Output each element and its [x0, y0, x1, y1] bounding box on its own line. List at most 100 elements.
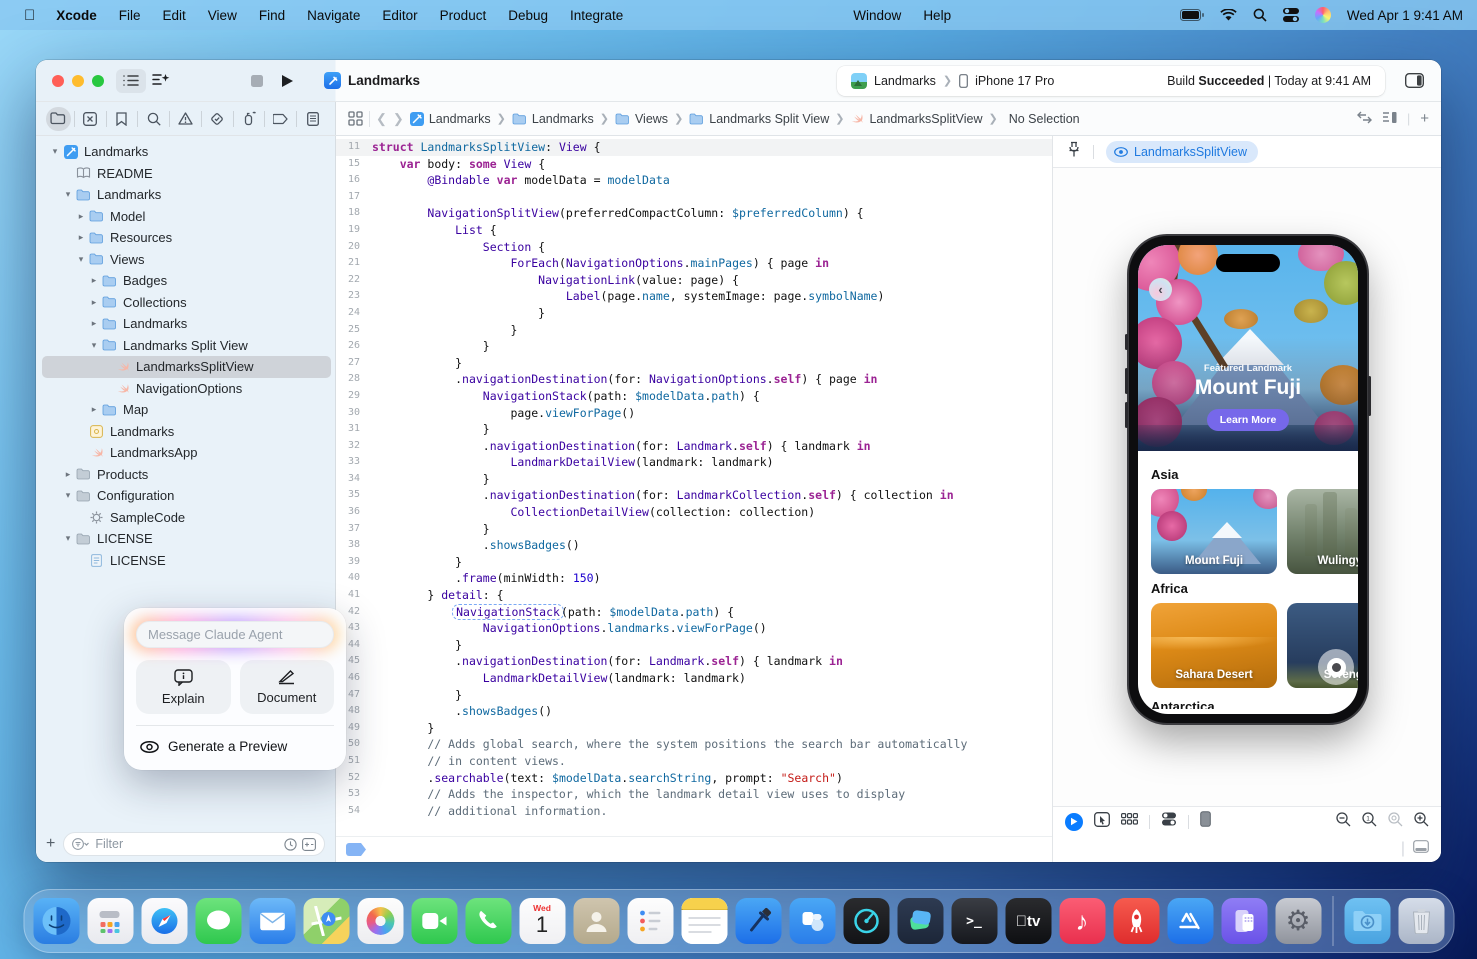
tree-item-navigationoptions[interactable]: NavigationOptions: [42, 378, 331, 400]
menu-integrate[interactable]: Integrate: [559, 8, 634, 23]
filter-field[interactable]: Filter: [63, 832, 325, 856]
run-button[interactable]: [272, 69, 302, 93]
menu-find[interactable]: Find: [248, 8, 296, 23]
code-line-54[interactable]: 54 // additional information.: [336, 803, 1052, 820]
build-status[interactable]: Build Succeeded | Today at 9:41 AM: [1167, 74, 1371, 88]
dock-xcode-icon[interactable]: [735, 898, 781, 944]
code-line-23[interactable]: 23 Label(page.name, systemImage: page.sy…: [336, 288, 1052, 305]
code-line-34[interactable]: 34 }: [336, 471, 1052, 488]
tree-item-readme[interactable]: README: [42, 163, 331, 185]
dock-notes-icon[interactable]: [681, 898, 727, 944]
debug-icon[interactable]: [237, 107, 262, 131]
preview-target-badge[interactable]: LandmarksSplitView: [1106, 141, 1258, 163]
dock-launchpad-icon[interactable]: [87, 898, 133, 944]
code-line-15[interactable]: 15 var body: some View {: [336, 156, 1052, 173]
code-line-38[interactable]: 38 .showsBadges(): [336, 537, 1052, 554]
dock-downloads-icon[interactable]: [1344, 898, 1390, 944]
dock-speedtest-icon[interactable]: [843, 898, 889, 944]
dock-calendar-icon[interactable]: Wed1: [519, 898, 565, 944]
disclosure-open-icon[interactable]: ▾: [87, 340, 101, 351]
tree-item-configuration[interactable]: ▾Configuration: [42, 485, 331, 507]
code-line-40[interactable]: 40 .frame(minWidth: 150): [336, 570, 1052, 587]
find-icon[interactable]: [141, 107, 166, 131]
code-line-46[interactable]: 46 LandmarkDetailView(landmark: landmark…: [336, 670, 1052, 687]
disclosure-closed-icon[interactable]: ▸: [87, 404, 101, 415]
tree-item-collections[interactable]: ▸Collections: [42, 292, 331, 314]
changes-icon[interactable]: [78, 107, 103, 131]
add-remove-icon[interactable]: [302, 838, 316, 851]
disclosure-closed-icon[interactable]: ▸: [87, 297, 101, 308]
menu-file[interactable]: File: [108, 8, 152, 23]
dock-reminders-icon[interactable]: [627, 898, 673, 944]
disclosure-open-icon[interactable]: ▾: [74, 254, 88, 265]
landmark-card-mount-fuji[interactable]: Mount Fuji: [1151, 489, 1277, 574]
device-settings-button[interactable]: [1161, 812, 1177, 831]
code-line-29[interactable]: 29 NavigationStack(path: $modelData.path…: [336, 388, 1052, 405]
code-line-17[interactable]: 17: [336, 189, 1052, 206]
live-preview-button[interactable]: [1065, 813, 1083, 831]
breadcrumb-landmarks-split-view[interactable]: Landmarks Split View: [689, 112, 829, 126]
code-line-48[interactable]: 48 .showsBadges(): [336, 703, 1052, 720]
select-mode-button[interactable]: [1094, 812, 1110, 832]
dock-contacts-icon[interactable]: [573, 898, 619, 944]
dock-settings-icon[interactable]: ⚙: [1275, 898, 1321, 944]
code-line-19[interactable]: 19 List {: [336, 222, 1052, 239]
breadcrumb-landmarkssplitview[interactable]: LandmarksSplitView: [850, 112, 982, 126]
dock-devices-icon[interactable]: [1221, 898, 1267, 944]
search-icon[interactable]: [1253, 8, 1267, 22]
disclosure-open-icon[interactable]: ▾: [48, 146, 62, 157]
disclosure-open-icon[interactable]: ▾: [61, 189, 75, 200]
tree-item-license[interactable]: LICENSE: [42, 550, 331, 572]
code-line-31[interactable]: 31 }: [336, 421, 1052, 438]
generate-preview-button[interactable]: Generate a Preview: [136, 737, 334, 758]
back-button[interactable]: ❮: [376, 111, 387, 127]
disclosure-closed-icon[interactable]: ▸: [74, 211, 88, 222]
code-line-21[interactable]: 21 ForEach(NavigationOptions.mainPages) …: [336, 255, 1052, 272]
menu-view[interactable]: View: [197, 8, 248, 23]
menu-editor[interactable]: Editor: [371, 8, 428, 23]
dock-rocket-icon[interactable]: [1113, 898, 1159, 944]
code-line-41[interactable]: 41 } detail: {: [336, 587, 1052, 604]
dock-shortcuts-icon[interactable]: [897, 898, 943, 944]
zoom-fit-button[interactable]: [1388, 812, 1403, 832]
breadcrumb-landmarks[interactable]: Landmarks: [410, 112, 491, 126]
disclosure-closed-icon[interactable]: ▸: [87, 318, 101, 329]
wifi-icon[interactable]: [1220, 9, 1237, 22]
dock-messages-icon[interactable]: [195, 898, 241, 944]
breadcrumb-views[interactable]: Views: [615, 112, 668, 126]
tree-item-landmarks[interactable]: ▸Landmarks: [42, 313, 331, 335]
source-editor[interactable]: 11struct LandmarksSplitView: View {15 va…: [336, 136, 1052, 862]
reports-icon[interactable]: [300, 107, 325, 131]
agent-message-input[interactable]: Message Claude Agent: [136, 621, 334, 648]
tests-icon[interactable]: [205, 107, 230, 131]
tree-item-landmarkssplitview[interactable]: LandmarksSplitView: [42, 356, 331, 378]
related-items-icon[interactable]: [348, 111, 363, 126]
disclosure-open-icon[interactable]: ▾: [61, 533, 75, 544]
minimize-button[interactable]: [72, 75, 84, 87]
document-button[interactable]: Document: [240, 660, 335, 714]
dock-mail-icon[interactable]: [249, 898, 295, 944]
navigator-toggle-button[interactable]: [116, 69, 146, 93]
code-line-37[interactable]: 37 }: [336, 521, 1052, 538]
code-line-47[interactable]: 47 }: [336, 687, 1052, 704]
dock-appstore-icon[interactable]: [1167, 898, 1213, 944]
recent-icon[interactable]: [284, 838, 297, 851]
dock-music-icon[interactable]: ♪: [1059, 898, 1105, 944]
dock-facetime-icon[interactable]: [411, 898, 457, 944]
code-line-52[interactable]: 52 .searchable(text: $modelData.searchSt…: [336, 770, 1052, 787]
code-line-20[interactable]: 20 Section {: [336, 239, 1052, 256]
dock-finder-icon[interactable]: [33, 898, 79, 944]
tree-item-resources[interactable]: ▸Resources: [42, 227, 331, 249]
explain-button[interactable]: Explain: [136, 660, 231, 714]
forward-button[interactable]: ❯: [393, 111, 404, 127]
code-line-39[interactable]: 39 }: [336, 554, 1052, 571]
dock-tv-icon[interactable]: tv: [1005, 898, 1051, 944]
breadcrumb-landmarks[interactable]: Landmarks: [512, 112, 594, 126]
code-line-30[interactable]: 30 page.viewForPage(): [336, 405, 1052, 422]
minimap-icon[interactable]: [1382, 111, 1397, 127]
zoom-button[interactable]: [92, 75, 104, 87]
dock-phone-icon[interactable]: [465, 898, 511, 944]
disclosure-closed-icon[interactable]: ▸: [74, 232, 88, 243]
dock-safari-icon[interactable]: [141, 898, 187, 944]
disclosure-closed-icon[interactable]: ▸: [87, 275, 101, 286]
